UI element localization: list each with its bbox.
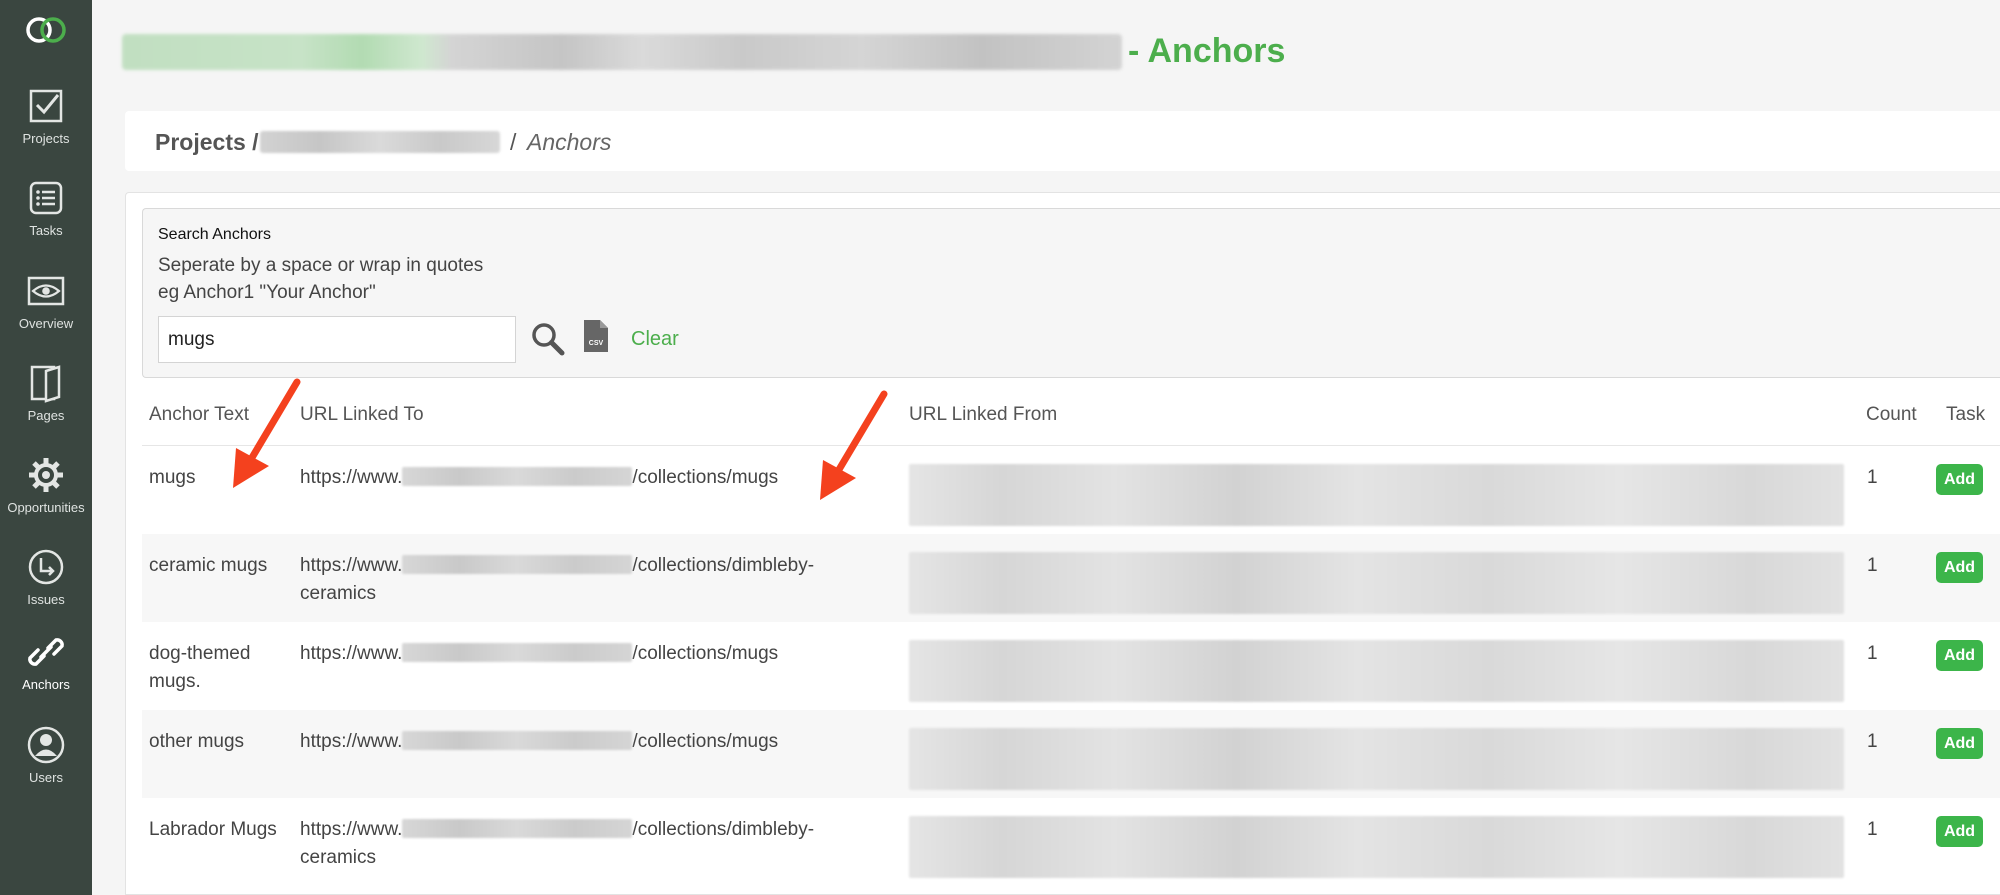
count-cell: 1 xyxy=(1867,467,1878,488)
url-linked-from-redacted[interactable] xyxy=(909,640,1844,702)
list-icon xyxy=(29,181,63,215)
column-header-anchor-text[interactable]: Anchor Text xyxy=(149,404,249,426)
table-row: dog-themed mugs. https://www. /collection… xyxy=(142,622,2000,710)
sidebar-item-issues[interactable]: Issues xyxy=(0,547,92,607)
add-task-button[interactable]: Add xyxy=(1936,640,1983,671)
url-linked-to-cell[interactable]: https://www./collections/dimbleby-cerami… xyxy=(300,552,860,608)
url-linked-from-redacted[interactable] xyxy=(909,728,1844,790)
count-cell: 1 xyxy=(1867,731,1878,752)
page-title: - Anchors xyxy=(1128,32,1286,70)
url-prefix: https://www. xyxy=(300,819,403,840)
sidebar-item-label: Pages xyxy=(27,408,65,423)
sidebar-item-opportunities[interactable]: Opportunities xyxy=(0,455,92,515)
domain-redacted xyxy=(402,643,633,662)
eye-icon xyxy=(27,276,65,306)
breadcrumb-projects-link[interactable]: Projects / xyxy=(155,129,259,156)
anchor-text-cell: mugs xyxy=(149,467,196,488)
sidebar-item-label: Opportunities xyxy=(7,500,85,515)
csv-export-icon[interactable]: CSV xyxy=(584,320,608,352)
sidebar-item-overview[interactable]: Overview xyxy=(0,271,92,331)
link-icon xyxy=(28,638,64,666)
sidebar-item-label: Projects xyxy=(22,131,70,146)
url-prefix: https://www. xyxy=(300,467,403,488)
table-row: other mugs https://www. /collections/mugs… xyxy=(142,710,2000,798)
breadcrumb-separator: / xyxy=(510,129,517,155)
domain-redacted xyxy=(402,819,633,838)
url-prefix: https://www. xyxy=(300,731,403,752)
search-hint: Seperate by a space or wrap in quotes xyxy=(158,255,484,276)
anchor-text-cell: ceramic mugs xyxy=(149,555,268,576)
domain-redacted xyxy=(402,467,633,486)
table-row: Labrador Mugs https://www./collections/d… xyxy=(142,798,2000,886)
search-title: Search Anchors xyxy=(158,226,271,243)
sidebar-item-label: Issues xyxy=(27,592,65,607)
add-task-button[interactable]: Add xyxy=(1936,728,1983,759)
sidebar-item-label: Tasks xyxy=(29,223,63,238)
url-suffix: /collections/mugs xyxy=(632,643,779,664)
count-cell: 1 xyxy=(1867,819,1878,840)
table-row: mugs https://www. /collections/mugs 1 Add xyxy=(142,446,2000,534)
search-input[interactable] xyxy=(158,316,516,363)
url-linked-from-redacted[interactable] xyxy=(909,552,1844,614)
search-panel: Search Anchors Seperate by a space or wr… xyxy=(142,208,2000,378)
column-header-url-linked-to[interactable]: URL Linked To xyxy=(300,404,424,426)
app-logo-icon[interactable] xyxy=(22,14,70,46)
url-prefix: https://www. xyxy=(300,643,403,664)
add-task-button[interactable]: Add xyxy=(1936,552,1983,583)
anchor-text-cell: Labrador Mugs xyxy=(149,819,277,840)
url-linked-to-cell[interactable]: https://www. /collections/mugs xyxy=(300,640,860,668)
sidebar-item-users[interactable]: Users xyxy=(0,725,92,785)
url-linked-to-cell[interactable]: https://www. /collections/mugs xyxy=(300,728,860,756)
sidebar: Projects Tasks Overview Pages Opportunit… xyxy=(0,0,92,895)
sidebar-item-tasks[interactable]: Tasks xyxy=(0,178,92,238)
project-name-redacted xyxy=(122,34,1122,70)
user-icon xyxy=(27,726,65,764)
sidebar-item-anchors[interactable]: Anchors xyxy=(0,632,92,692)
sidebar-item-label: Users xyxy=(29,770,63,785)
url-linked-to-cell[interactable]: https://www. /collections/mugs xyxy=(300,464,860,492)
column-header-url-linked-from[interactable]: URL Linked From xyxy=(909,404,1057,426)
url-linked-from-redacted[interactable] xyxy=(909,816,1844,878)
breadcrumb-current: Anchors xyxy=(527,129,612,155)
column-header-count[interactable]: Count xyxy=(1866,404,1917,426)
add-task-button[interactable]: Add xyxy=(1936,816,1983,847)
search-example: eg Anchor1 "Your Anchor" xyxy=(158,282,376,303)
arrow-circle-icon xyxy=(28,549,64,585)
url-linked-to-cell[interactable]: https://www./collections/dimbleby-cerami… xyxy=(300,816,860,872)
sidebar-item-label: Overview xyxy=(18,316,74,331)
check-square-icon xyxy=(29,89,63,123)
sidebar-item-pages[interactable]: Pages xyxy=(0,363,92,423)
anchor-text-cell: other mugs xyxy=(149,731,245,752)
url-prefix: https://www. xyxy=(300,555,403,576)
domain-redacted xyxy=(402,731,633,750)
count-cell: 1 xyxy=(1867,643,1878,664)
clear-search-link[interactable]: Clear xyxy=(631,328,679,351)
gear-icon xyxy=(29,458,63,492)
domain-redacted xyxy=(402,555,633,574)
url-linked-from-redacted[interactable] xyxy=(909,464,1844,526)
anchor-text-cell: dog-themed mugs. xyxy=(149,643,251,692)
table-row: ceramic mugs https://www./collections/di… xyxy=(142,534,2000,622)
svg-text:CSV: CSV xyxy=(589,340,604,347)
column-header-task: Task xyxy=(1946,404,1986,425)
pages-icon xyxy=(30,365,61,403)
add-task-button[interactable]: Add xyxy=(1936,464,1983,495)
breadcrumb-project-redacted[interactable] xyxy=(260,131,500,153)
url-suffix: /collections/mugs xyxy=(632,731,779,752)
sidebar-item-projects[interactable]: Projects xyxy=(0,86,92,146)
breadcrumb: Projects / / Anchors xyxy=(125,111,2000,171)
count-cell: 1 xyxy=(1867,555,1878,576)
url-suffix: /collections/mugs xyxy=(632,467,779,488)
search-icon[interactable] xyxy=(531,322,565,356)
sidebar-item-label: Anchors xyxy=(22,677,70,692)
